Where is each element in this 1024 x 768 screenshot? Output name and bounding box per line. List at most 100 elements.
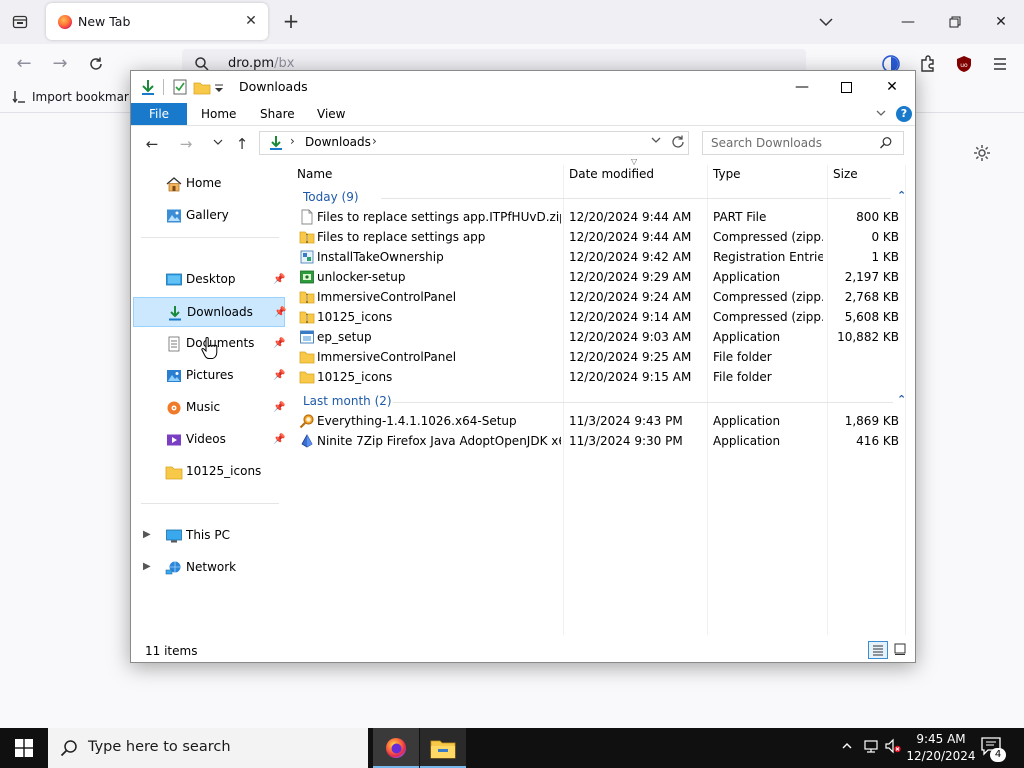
nav-item-desktop[interactable]: Desktop 📌	[133, 265, 285, 295]
expand-chevron-icon[interactable]: ▶	[143, 529, 151, 540]
explorer-forward-button[interactable]: →	[175, 133, 197, 155]
file-row[interactable]: Files to replace settings app.ITPfHUvD.z…	[297, 207, 907, 227]
collapse-group-chevron-icon[interactable]: ⌃	[897, 393, 906, 406]
nav-item-gallery[interactable]: Gallery	[133, 201, 285, 231]
column-header-type[interactable]: Type	[713, 167, 741, 185]
import-bookmarks-button[interactable]: Import bookmarks	[12, 90, 142, 104]
close-tab-button[interactable]: ✕	[242, 12, 260, 30]
music-icon	[167, 401, 181, 415]
file-row[interactable]: Everything-1.4.1.1026.x64-Setup 11/3/202…	[297, 411, 907, 431]
breadcrumb-chevron-icon[interactable]: ›	[290, 134, 295, 148]
show-hidden-icons-button[interactable]	[838, 738, 856, 758]
column-header-date-modified[interactable]: Date modified	[569, 167, 654, 185]
group-divider	[393, 402, 893, 403]
recent-locations-button[interactable]	[207, 133, 229, 155]
ublock-origin-button[interactable]: uo	[954, 54, 974, 74]
import-icon	[12, 91, 25, 104]
file-row[interactable]: ImmersiveControlPanel 12/20/2024 9:24 AM…	[297, 287, 907, 307]
taskbar-file-explorer-button[interactable]	[420, 728, 466, 768]
ribbon-tab-share[interactable]: Share	[260, 103, 295, 125]
chevron-down-icon	[819, 18, 833, 27]
ninite-icon	[301, 434, 313, 448]
restore-icon	[949, 16, 961, 28]
list-all-tabs-button[interactable]	[816, 12, 836, 32]
quick-access-dropdown-icon[interactable]	[213, 78, 225, 96]
taskbar-search-box[interactable]: Type here to search	[48, 728, 368, 768]
forward-button[interactable]: →	[48, 52, 72, 76]
address-bar[interactable]: › Downloads ›	[259, 131, 689, 155]
browser-restore-button[interactable]	[941, 8, 969, 36]
nav-item-videos[interactable]: Videos 📌	[133, 425, 285, 455]
file-row[interactable]: Ninite 7Zip Firefox Java AdoptOpenJDK x6…	[297, 431, 907, 451]
nav-item-pictures[interactable]: Pictures 📌	[133, 361, 285, 391]
start-button[interactable]	[0, 728, 48, 768]
details-view-button[interactable]	[868, 641, 888, 659]
back-button[interactable]: ←	[12, 52, 36, 76]
browser-tab[interactable]: New Tab ✕	[46, 3, 268, 40]
file-row[interactable]: InstallTakeOwnership 12/20/2024 9:42 AM …	[297, 247, 907, 267]
browser-close-button[interactable]: ✕	[987, 8, 1015, 36]
explorer-back-button[interactable]: ←	[141, 133, 163, 155]
nav-item-10125-icons[interactable]: 10125_icons	[133, 457, 285, 487]
taskbar-firefox-button[interactable]	[373, 728, 419, 768]
extensions-button[interactable]	[918, 54, 938, 74]
refresh-icon[interactable]	[670, 134, 686, 150]
explorer-title-bar[interactable]: Downloads — ✕	[131, 71, 915, 103]
new-tab-settings-button[interactable]	[972, 143, 992, 163]
search-downloads-input[interactable]: Search Downloads	[702, 131, 904, 155]
expand-ribbon-button[interactable]	[875, 107, 889, 121]
nav-item-downloads[interactable]: Downloads 📌	[133, 297, 286, 327]
file-date: 11/3/2024 9:43 PM	[569, 414, 683, 428]
column-header-size[interactable]: Size	[833, 167, 858, 185]
firefox-view-button[interactable]	[8, 10, 32, 34]
nav-item-this-pc[interactable]: ▶ This PC	[133, 521, 285, 551]
maximize-icon	[840, 81, 852, 93]
group-header-last-month[interactable]: Last month (2)	[303, 394, 392, 412]
file-date: 12/20/2024 9:44 AM	[569, 230, 692, 244]
file-type: Compressed (zipp...	[713, 290, 823, 304]
file-row[interactable]: 10125_icons 12/20/2024 9:15 AM File fold…	[297, 367, 907, 387]
sort-indicator-icon: ▽	[631, 157, 638, 166]
file-date: 12/20/2024 9:42 AM	[569, 250, 692, 264]
reload-button[interactable]	[84, 52, 108, 76]
import-bookmarks-label: Import bookmarks	[32, 90, 143, 104]
nav-item-home[interactable]: Home	[133, 169, 285, 199]
breadcrumb-chevron-icon[interactable]: ›	[372, 134, 377, 148]
new-tab-button[interactable]: +	[280, 10, 302, 32]
properties-icon[interactable]	[171, 78, 189, 96]
app-menu-button[interactable]	[990, 54, 1010, 74]
up-button[interactable]: ↑	[231, 133, 253, 155]
file-row[interactable]: 10125_icons 12/20/2024 9:14 AM Compresse…	[297, 307, 907, 327]
ribbon-tab-view[interactable]: View	[317, 103, 345, 125]
file-row[interactable]: unlocker-setup 12/20/2024 9:29 AM Applic…	[297, 267, 907, 287]
ribbon-tab-file[interactable]: File	[131, 103, 187, 125]
ribbon-tab-home[interactable]: Home	[201, 103, 236, 125]
clock[interactable]: 9:45 AM 12/20/2024	[906, 731, 976, 765]
large-icons-view-button[interactable]	[891, 641, 911, 659]
browser-minimize-button[interactable]: —	[894, 8, 922, 36]
address-history-button[interactable]	[650, 134, 662, 149]
arrow-left-icon: ←	[145, 135, 159, 153]
file-row[interactable]: ImmersiveControlPanel 12/20/2024 9:25 AM…	[297, 347, 907, 367]
new-folder-icon[interactable]	[193, 78, 211, 96]
nav-label-this-pc: This PC	[186, 528, 230, 542]
svg-text:uo: uo	[960, 62, 968, 69]
help-button[interactable]: ?	[896, 106, 912, 122]
collapse-group-chevron-icon[interactable]: ⌃	[897, 189, 906, 202]
file-row[interactable]: ep_setup 12/20/2024 9:03 AM Application …	[297, 327, 907, 347]
expand-chevron-icon[interactable]: ▶	[143, 561, 151, 572]
breadcrumb-downloads[interactable]: Downloads	[305, 135, 371, 149]
volume-button[interactable]	[884, 738, 902, 758]
nav-item-network[interactable]: ▶ Network	[133, 553, 285, 583]
documents-icon	[168, 336, 180, 352]
explorer-maximize-button[interactable]	[823, 73, 869, 101]
file-row[interactable]: Files to replace settings app 12/20/2024…	[297, 227, 907, 247]
group-header-today[interactable]: Today (9)	[303, 190, 359, 208]
network-status-button[interactable]	[862, 738, 880, 758]
explorer-close-button[interactable]: ✕	[869, 73, 915, 101]
url-path: /bx	[274, 56, 295, 71]
nav-item-music[interactable]: Music 📌	[133, 393, 285, 423]
group-divider	[381, 198, 891, 199]
explorer-minimize-button[interactable]: —	[779, 73, 825, 101]
column-header-name[interactable]: Name	[297, 167, 332, 185]
